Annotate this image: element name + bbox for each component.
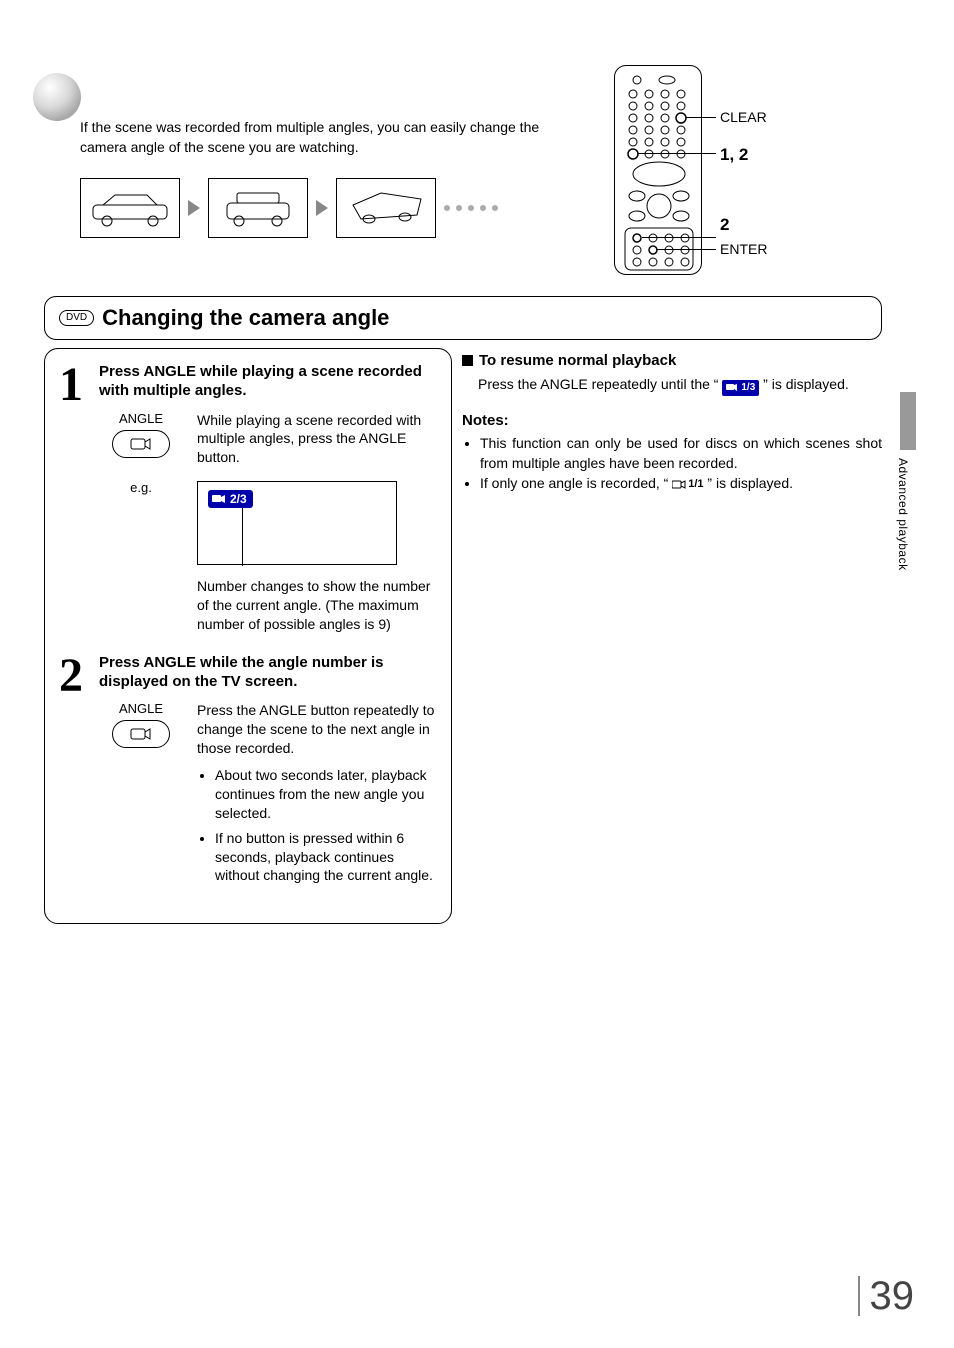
side-tab: Advanced playback: [896, 392, 920, 571]
angle-button-icon: [112, 720, 170, 748]
remote-label-2: 2: [720, 215, 729, 235]
osd-value: 2/3: [230, 492, 247, 506]
section-title: Changing the camera angle: [102, 305, 389, 331]
step-2: 2 Press ANGLE while the angle number is …: [59, 654, 437, 892]
angle-icon-value: 1/1: [688, 477, 703, 493]
step-2-desc: Press the ANGLE button repeatedly to cha…: [197, 701, 437, 758]
page-number: 39: [858, 1276, 915, 1316]
step-1: 1 Press ANGLE while playing a scene reco…: [59, 363, 437, 634]
step-2-bullet-1: About two seconds later, playback contin…: [215, 766, 437, 823]
angle-chip-value: 1/3: [741, 381, 755, 395]
decorative-sphere-icon: [30, 70, 84, 124]
osd-example-box: 2/3: [197, 481, 397, 565]
arrow-icon: [188, 200, 200, 216]
step-1-desc: While playing a scene recorded with mult…: [197, 411, 437, 468]
car-icon: [85, 185, 175, 231]
note-2-a: If only one angle is recorded, “: [480, 475, 668, 491]
arrow-icon: [316, 200, 328, 216]
remote-label-enter: ENTER: [720, 241, 767, 257]
side-tab-bar: [900, 392, 916, 450]
square-bullet-icon: [462, 355, 473, 366]
resume-text-b: ” is displayed.: [763, 376, 849, 392]
angle-button-label: ANGLE: [99, 701, 183, 716]
dvd-badge: DVD: [59, 310, 94, 326]
angle-chip-1-3: 1/3: [722, 380, 759, 396]
remote-diagram: CLEAR 1, 2 2 ENTER: [614, 65, 894, 275]
step-1-heading: Press ANGLE while playing a scene record…: [99, 363, 437, 401]
step-number: 1: [59, 363, 93, 634]
ellipsis-dots: [444, 205, 498, 211]
eg-label: e.g.: [99, 480, 183, 495]
step-2-bullet-2: If no button is pressed within 6 seconds…: [215, 829, 437, 886]
note-2-b: ” is displayed.: [707, 475, 793, 491]
car-angle-2: [208, 178, 308, 238]
step-2-heading: Press ANGLE while the angle number is di…: [99, 654, 437, 692]
angle-button-icon: [112, 430, 170, 458]
right-column: To resume normal playback Press the ANGL…: [462, 352, 882, 493]
notes-heading: Notes:: [462, 412, 882, 429]
intro-text: If the scene was recorded from multiple …: [80, 118, 570, 157]
note-2: If only one angle is recorded, “ 1/1 ” i…: [480, 473, 882, 493]
car-icon: [341, 185, 431, 231]
osd-chip: 2/3: [208, 490, 253, 508]
side-tab-label: Advanced playback: [896, 458, 910, 571]
angle-icon-1-1: 1/1: [672, 477, 703, 493]
note-1: This function can only be used for discs…: [480, 433, 882, 474]
car-icon: [213, 185, 303, 231]
angle-illustration-row: [80, 178, 498, 238]
step-number: 2: [59, 654, 93, 892]
remote-label-clear: CLEAR: [720, 109, 767, 125]
angle-button-label: ANGLE: [99, 411, 183, 426]
remote-label-1-2: 1, 2: [720, 145, 748, 165]
car-angle-3: [336, 178, 436, 238]
car-angle-1: [80, 178, 180, 238]
osd-caption: Number changes to show the number of the…: [197, 577, 437, 634]
resume-heading: To resume normal playback: [462, 352, 882, 369]
remote-outline: [614, 65, 702, 275]
section-title-box: DVD Changing the camera angle: [44, 296, 882, 340]
resume-text-a: Press the ANGLE repeatedly until the “: [478, 376, 718, 392]
resume-heading-text: To resume normal playback: [479, 352, 676, 369]
resume-text: Press the ANGLE repeatedly until the “ 1…: [478, 375, 882, 396]
steps-box: 1 Press ANGLE while playing a scene reco…: [44, 348, 452, 924]
